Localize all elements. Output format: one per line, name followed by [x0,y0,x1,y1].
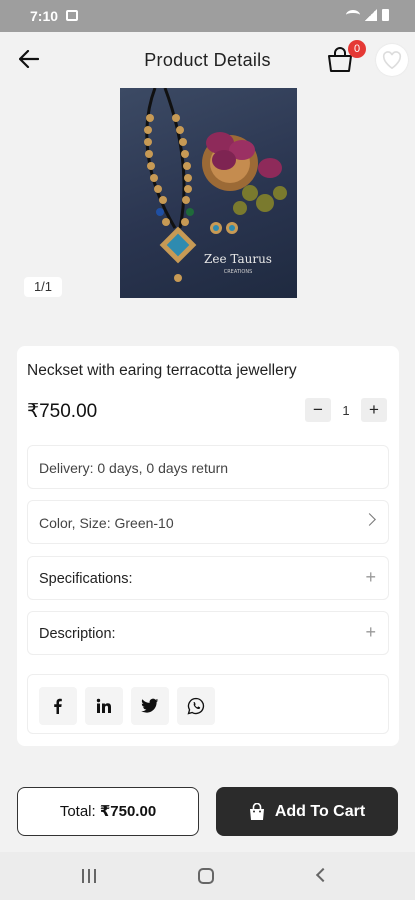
system-navigation-bar [0,852,415,900]
recent-apps-button[interactable] [82,869,96,883]
system-back-button[interactable] [315,867,331,883]
status-icons [346,9,389,21]
gallery-notification-icon [66,10,78,21]
variant-info: Color, Size: Green-10 [39,515,174,531]
cart-count-badge: 0 [348,40,366,58]
signal-icon [365,9,377,21]
specifications-label: Specifications: [39,571,133,587]
linkedin-icon [96,698,111,713]
description-label: Description: [39,626,116,642]
favorite-button[interactable] [376,44,408,76]
shopping-bag-icon [249,802,264,820]
necklace-photo: Zee Taurus CREATIONS [144,88,287,282]
home-button[interactable] [198,868,214,884]
app-bar: Product Details 0 [0,32,415,88]
specifications-row[interactable]: Specifications: + [27,556,389,600]
chevron-right-icon [363,513,376,526]
delivery-info: Delivery: 0 days, 0 days return [39,460,228,476]
decrement-button[interactable]: − [305,398,331,422]
product-details-card: Neckset with earing terracotta jewellery… [17,346,399,746]
status-time: 7:10 [30,8,59,24]
quantity-value: 1 [342,402,350,418]
total-display[interactable]: Total: ₹750.00 [17,787,199,836]
total-label: Total: [59,803,96,820]
whatsapp-icon [187,697,205,715]
delivery-row: Delivery: 0 days, 0 days return [27,445,389,489]
image-watermark-sub: CREATIONS [224,269,253,275]
bottom-action-bar: Total: ₹750.00 Add To Cart [0,772,415,850]
facebook-icon [54,698,62,714]
product-image[interactable]: Zee Taurus CREATIONS [120,88,297,298]
expand-plus-icon: + [365,567,376,587]
heart-icon [382,51,402,69]
variant-label: Color, Size: [39,515,111,531]
share-linkedin-button[interactable] [85,687,123,725]
recent-apps-icon [82,869,84,883]
quantity-stepper: − 1 + [305,398,387,422]
battery-icon [382,9,389,21]
variant-value: Green-10 [114,515,174,531]
description-row[interactable]: Description: + [27,611,389,655]
share-facebook-button[interactable] [39,687,77,725]
delivery-value: 0 days, 0 days return [97,460,229,476]
twitter-icon [141,698,159,713]
status-bar: 7:10 [0,0,415,32]
wifi-icon [346,10,360,20]
image-watermark: Zee Taurus [204,252,272,266]
share-whatsapp-button[interactable] [177,687,215,725]
variant-selector-row[interactable]: Color, Size: Green-10 [27,500,389,544]
share-buttons [27,674,389,734]
expand-plus-icon: + [365,622,376,642]
product-name: Neckset with earing terracotta jewellery [27,362,297,379]
product-price: ₹750.00 [27,401,98,422]
add-to-cart-button[interactable]: Add To Cart [216,787,398,836]
total-value: ₹750.00 [99,803,157,820]
image-counter: 1/1 [24,277,62,297]
add-to-cart-label: Add To Cart [274,802,366,820]
share-twitter-button[interactable] [131,687,169,725]
increment-button[interactable]: + [361,398,387,422]
delivery-label: Delivery: [39,460,94,476]
